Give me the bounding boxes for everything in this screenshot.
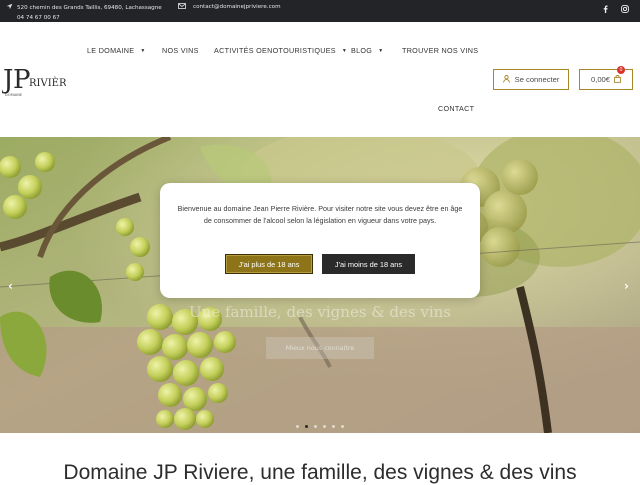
age-gate-modal: Bienvenue au domaine Jean Pierre Rivière… (160, 183, 480, 298)
address-block: 520 chemin des Grands Taillis, 69480, La… (6, 3, 162, 23)
nav-label: LE DOMAINE (87, 46, 135, 55)
top-bar: 520 chemin des Grands Taillis, 69480, La… (0, 0, 640, 22)
section-title: Domaine JP Riviere, une famille, des vig… (63, 461, 577, 484)
slider-dot[interactable] (341, 425, 344, 428)
email-block[interactable]: contact@domainejpriviere.com (178, 3, 281, 11)
chevron-down-icon: ▼ (341, 48, 348, 54)
chevron-down-icon: ▼ (140, 48, 146, 54)
slider-dot[interactable] (296, 425, 299, 428)
location-arrow-icon (6, 3, 13, 12)
age-gate-message: Bienvenue au domaine Jean Pierre Rivière… (177, 204, 463, 226)
nav-label: ACTIVITÉS OENOTOURISTIQUES (214, 46, 336, 55)
nav-trouver-nos-vins[interactable]: TROUVER NOS VINS (402, 46, 478, 55)
nav-label: NOS VINS (162, 46, 199, 55)
slider-prev-arrow-icon[interactable]: ‹ (8, 279, 13, 293)
instagram-icon[interactable] (621, 5, 629, 15)
slider-dots (296, 425, 344, 428)
login-label: Se connecter (514, 75, 560, 84)
slider-dot[interactable] (305, 425, 308, 428)
slider-next-arrow-icon[interactable]: › (624, 279, 629, 293)
slider-dot[interactable] (314, 425, 317, 428)
svg-text:DOMAINE: DOMAINE (5, 93, 23, 97)
nav-contact[interactable]: CONTACT (438, 104, 474, 113)
nav-nos-vins[interactable]: NOS VINS (162, 46, 199, 55)
chevron-down-icon: ▼ (378, 48, 384, 54)
slide-title: Une famille, des vignes & des vins (189, 303, 451, 321)
cart-amount: 0,00€ (590, 75, 610, 84)
slide-cta-button[interactable]: Mieux nous connaitre (266, 337, 374, 359)
slider-dot[interactable] (332, 425, 335, 428)
envelope-icon (178, 3, 186, 11)
under-18-button[interactable]: J'ai moins de 18 ans (322, 254, 415, 274)
nav-label: BLOG (351, 46, 373, 55)
user-icon (502, 74, 510, 85)
svg-text:P: P (13, 65, 31, 95)
over-18-button[interactable]: J'ai plus de 18 ans (225, 254, 313, 274)
nav-label: CONTACT (438, 104, 475, 113)
cart-count-badge: 0 (617, 66, 625, 74)
nav-label: TROUVER NOS VINS (402, 46, 479, 55)
address-text: 520 chemin des Grands Taillis, 69480, La… (17, 5, 162, 11)
phone-text[interactable]: 04 74 67 00 67 (17, 13, 162, 23)
site-logo[interactable]: J P RIVIÈRE DOMAINE (0, 58, 74, 98)
svg-text:RIVIÈRE: RIVIÈRE (29, 77, 66, 89)
nav-le-domaine[interactable]: LE DOMAINE ▼ (87, 46, 146, 55)
cart-button[interactable]: 0,00€ 0 (579, 66, 633, 90)
login-button[interactable]: Se connecter (493, 69, 569, 90)
facebook-icon[interactable] (603, 5, 608, 15)
shopping-bag-icon (614, 74, 621, 85)
nav-blog[interactable]: BLOG ▼ (351, 46, 383, 55)
email-link[interactable]: contact@domainejpriviere.com (193, 4, 281, 10)
social-links (603, 5, 629, 15)
slider-dot[interactable] (323, 425, 326, 428)
svg-text:J: J (2, 65, 13, 95)
nav-activites[interactable]: ACTIVITÉS OENOTOURISTIQUES ▼ (214, 46, 347, 55)
